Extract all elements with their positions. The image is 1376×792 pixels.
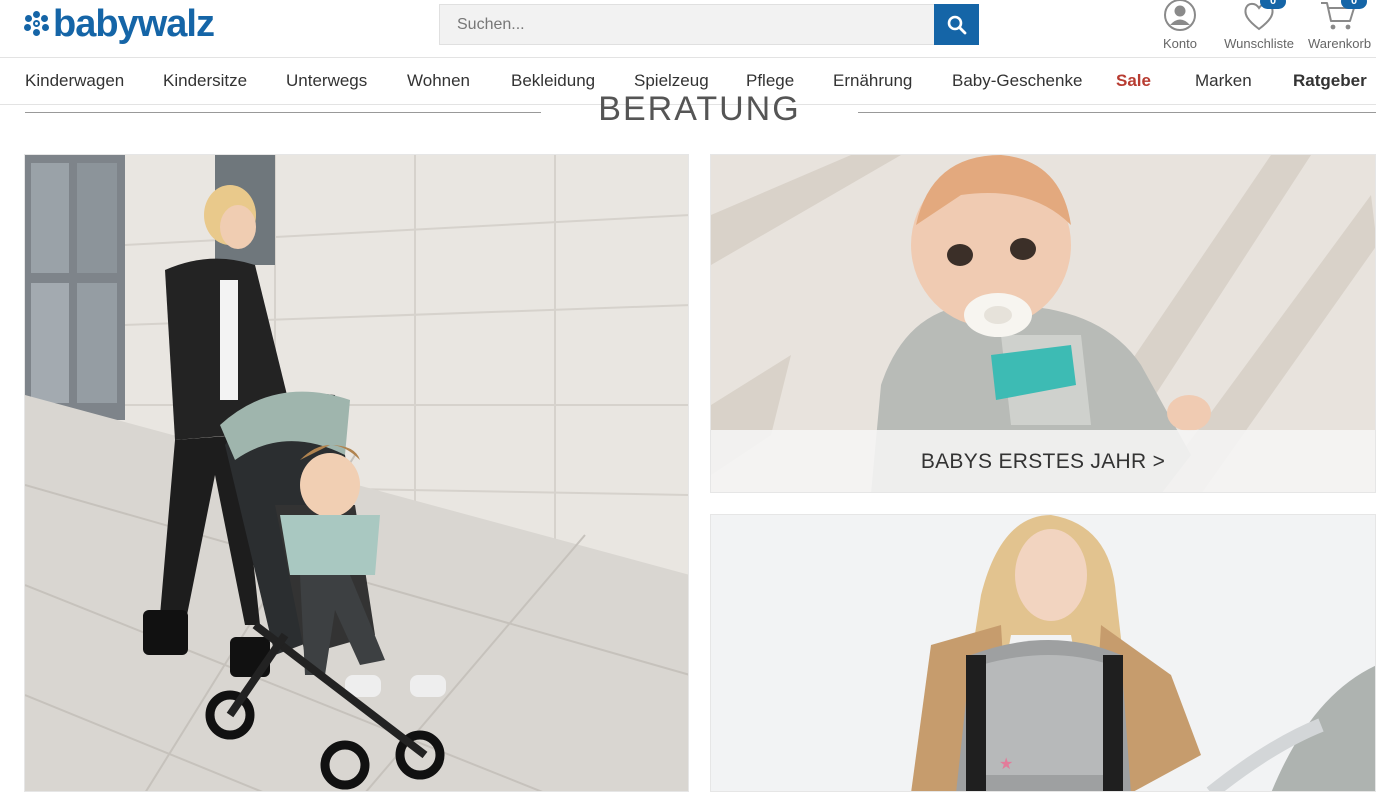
nav-item-sale[interactable]: Sale (1116, 58, 1151, 105)
cart-link[interactable]: 0 Warenkorb (1305, 0, 1376, 52)
cart-label: Warenkorb (1308, 36, 1372, 51)
user-icon (1164, 0, 1196, 31)
nav-item-marken[interactable]: Marken (1195, 58, 1252, 105)
search-button[interactable] (934, 4, 979, 45)
search-icon (947, 15, 966, 34)
cart-count-badge: 0 (1341, 0, 1367, 9)
logo-text: babywalz (53, 3, 215, 45)
brand-logo[interactable]: babywalz (24, 2, 215, 46)
tile-caption-babys-erstes-jahr[interactable]: BABYS ERSTES JAHR > (711, 430, 1375, 492)
nav-item-kindersitze[interactable]: Kindersitze (163, 58, 247, 105)
nav-item-ratgeber[interactable]: Ratgeber (1293, 58, 1367, 105)
nav-item-wohnen[interactable]: Wohnen (407, 58, 470, 105)
account-link[interactable]: Konto (1158, 0, 1202, 52)
search-bar (439, 4, 979, 45)
nav-item-unterwegs[interactable]: Unterwegs (286, 58, 367, 105)
wishlist-label: Wunschliste (1224, 36, 1294, 51)
wishlist-link[interactable]: 0 Wunschliste (1219, 0, 1299, 52)
carrier-photo: ★ (711, 515, 1375, 791)
section-divider-right (858, 112, 1376, 113)
stroller-photo (25, 155, 688, 791)
tile-carrier-image[interactable]: ★ (710, 514, 1376, 792)
section-divider-left (25, 112, 541, 113)
nav-item-baby-geschenke[interactable]: Baby-Geschenke (952, 58, 1082, 105)
tile-babys-erstes-jahr[interactable]: BABYS ERSTES JAHR > (710, 154, 1376, 493)
account-label: Konto (1163, 36, 1197, 51)
logo-flower-icon (24, 11, 50, 37)
section-title: BERATUNG (598, 90, 801, 128)
search-input[interactable] (439, 4, 934, 45)
tile-stroller-image[interactable] (24, 154, 689, 792)
nav-item-kinderwagen[interactable]: Kinderwagen (25, 58, 124, 105)
site-header: babywalz Konto 0 Wunschliste (0, 0, 1376, 58)
svg-text:★: ★ (999, 754, 1013, 773)
wishlist-count-badge: 0 (1260, 0, 1286, 9)
